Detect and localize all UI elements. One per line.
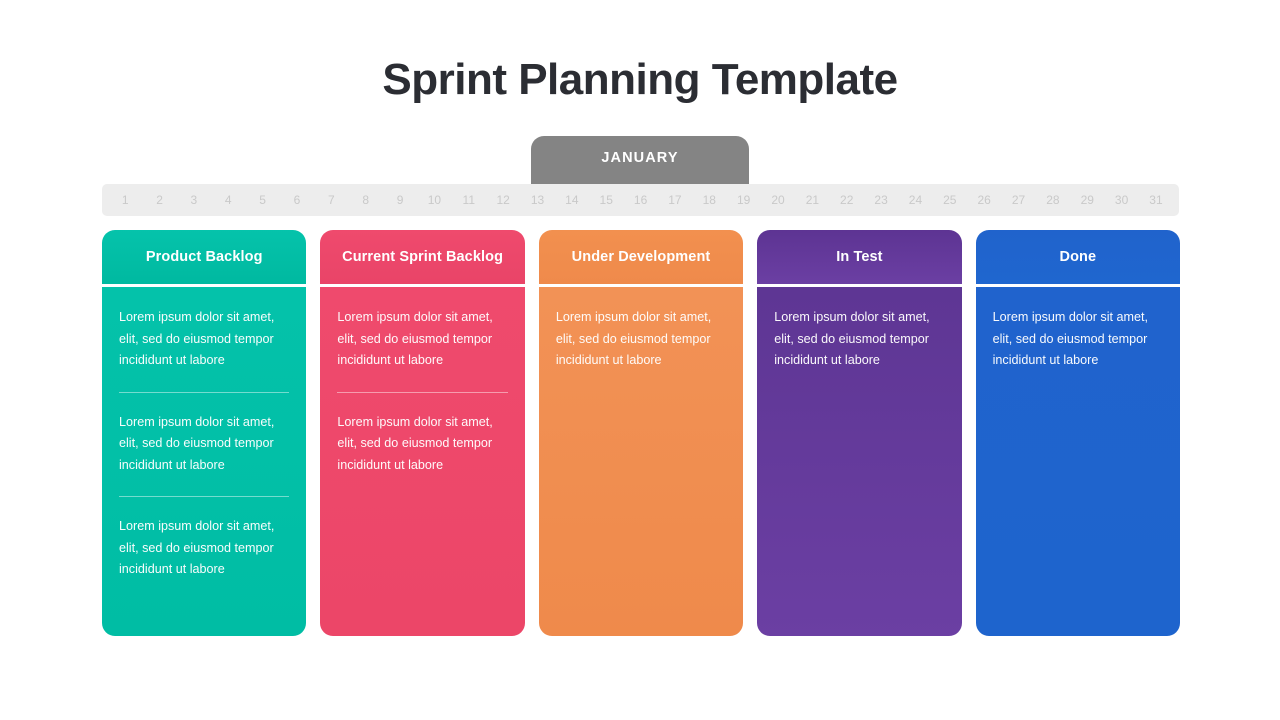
date-cell-23[interactable]: 23 bbox=[864, 184, 898, 216]
board-column-current-sprint-backlog: Current Sprint Backlog Lorem ipsum dolor … bbox=[320, 230, 525, 636]
board-column-done: Done Lorem ipsum dolor sit amet, elit, se… bbox=[975, 230, 1181, 636]
date-cell-10[interactable]: 10 bbox=[417, 184, 451, 216]
date-cell-30[interactable]: 30 bbox=[1104, 184, 1138, 216]
date-cell-25[interactable]: 25 bbox=[933, 184, 967, 216]
column-header-in-test[interactable]: In Test bbox=[757, 230, 962, 284]
date-cell-27[interactable]: 27 bbox=[1001, 184, 1035, 216]
card-divider bbox=[337, 391, 508, 393]
column-header-current-sprint-backlog[interactable]: Current Sprint Backlog bbox=[320, 230, 525, 284]
date-cell-20[interactable]: 20 bbox=[761, 184, 795, 216]
date-cell-11[interactable]: 11 bbox=[452, 184, 486, 216]
date-cell-15[interactable]: 15 bbox=[589, 184, 623, 216]
date-cell-31[interactable]: 31 bbox=[1139, 184, 1173, 216]
column-header-label: In Test bbox=[836, 249, 883, 265]
date-cell-17[interactable]: 17 bbox=[658, 184, 692, 216]
date-cell-2[interactable]: 2 bbox=[142, 184, 176, 216]
card-divider bbox=[119, 496, 290, 497]
date-cell-4[interactable]: 4 bbox=[211, 184, 245, 216]
task-card[interactable]: Lorem ipsum dolor sit amet, elit, sed do… bbox=[556, 307, 726, 372]
task-card[interactable]: Lorem ipsum dolor sit amet, elit, sed do… bbox=[119, 412, 289, 477]
task-card[interactable]: Lorem ipsum dolor sit amet, elit, sed do… bbox=[774, 307, 944, 372]
column-body-current-sprint-backlog: Lorem ipsum dolor sit amet, elit, sed do… bbox=[320, 287, 525, 636]
task-card[interactable]: Lorem ipsum dolor sit amet, elit, sed do… bbox=[119, 307, 289, 372]
column-header-label: Under Development bbox=[571, 249, 711, 265]
column-body-in-test: Lorem ipsum dolor sit amet, elit, sed do… bbox=[757, 287, 962, 636]
date-cell-13[interactable]: 13 bbox=[520, 184, 554, 216]
task-card[interactable]: Lorem ipsum dolor sit amet, elit, sed do… bbox=[337, 412, 507, 477]
kanban-board: Product Backlog Lorem ipsum dolor sit ame… bbox=[102, 230, 1181, 636]
month-tab[interactable]: JANUARY bbox=[531, 136, 749, 184]
column-body-done: Lorem ipsum dolor sit amet, elit, sed do… bbox=[975, 287, 1181, 636]
date-cell-9[interactable]: 9 bbox=[383, 184, 417, 216]
card-divider bbox=[119, 391, 290, 393]
task-card[interactable]: Lorem ipsum dolor sit amet, elit, sed do… bbox=[993, 307, 1163, 372]
date-cell-22[interactable]: 22 bbox=[830, 184, 864, 216]
date-cell-12[interactable]: 12 bbox=[486, 184, 520, 216]
page-title: Sprint Planning Template bbox=[382, 55, 898, 104]
board-column-product-backlog: Product Backlog Lorem ipsum dolor sit ame… bbox=[102, 230, 307, 636]
date-cell-5[interactable]: 5 bbox=[245, 184, 279, 216]
board-column-in-test: In Test Lorem ipsum dolor sit amet, elit,… bbox=[757, 230, 962, 636]
date-cell-16[interactable]: 16 bbox=[623, 184, 657, 216]
date-cell-21[interactable]: 21 bbox=[795, 184, 829, 216]
column-header-product-backlog[interactable]: Product Backlog bbox=[102, 230, 307, 284]
date-strip: 1 2 3 4 5 6 7 8 9 10 11 12 13 14 15 16 17 18 19 20 21 22 23 24 2… bbox=[102, 184, 1179, 216]
column-header-label: Current Sprint Backlog bbox=[342, 249, 504, 265]
column-body-under-development: Lorem ipsum dolor sit amet, elit, sed do… bbox=[538, 287, 744, 636]
board-column-under-development: Under Development Lorem ipsum dolor sit a… bbox=[538, 230, 744, 636]
date-cell-24[interactable]: 24 bbox=[898, 184, 932, 216]
date-cell-28[interactable]: 28 bbox=[1036, 184, 1070, 216]
date-cell-6[interactable]: 6 bbox=[280, 184, 314, 216]
date-cell-18[interactable]: 18 bbox=[692, 184, 726, 216]
task-card[interactable]: Lorem ipsum dolor sit amet, elit, sed do… bbox=[337, 307, 507, 372]
column-body-product-backlog: Lorem ipsum dolor sit amet, elit, sed do… bbox=[102, 287, 307, 636]
date-cell-19[interactable]: 19 bbox=[726, 184, 760, 216]
date-cell-14[interactable]: 14 bbox=[555, 184, 589, 216]
task-card[interactable]: Lorem ipsum dolor sit amet, elit, sed do… bbox=[119, 516, 289, 581]
date-cell-8[interactable]: 8 bbox=[349, 184, 383, 216]
column-header-label: Product Backlog bbox=[145, 249, 263, 265]
date-cell-29[interactable]: 29 bbox=[1070, 184, 1104, 216]
column-header-under-development[interactable]: Under Development bbox=[538, 230, 744, 284]
column-header-done[interactable]: Done bbox=[975, 230, 1181, 284]
month-tab-label: JANUARY bbox=[601, 150, 679, 166]
date-cell-1[interactable]: 1 bbox=[108, 184, 142, 216]
date-cell-3[interactable]: 3 bbox=[177, 184, 211, 216]
date-cell-26[interactable]: 26 bbox=[967, 184, 1001, 216]
column-header-label: Done bbox=[1059, 249, 1097, 265]
date-cell-7[interactable]: 7 bbox=[314, 184, 348, 216]
